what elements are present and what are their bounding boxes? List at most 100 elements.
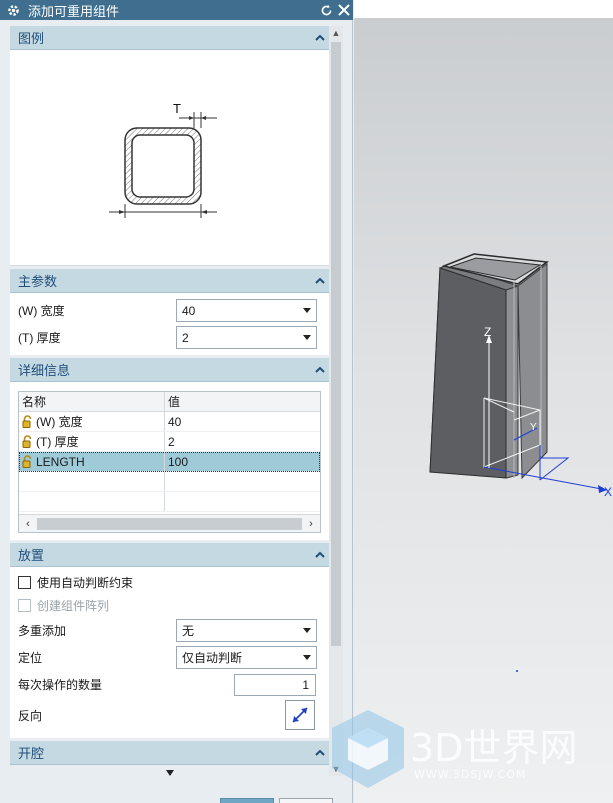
auto-constraint-row[interactable]: 使用自动判断约束 — [10, 571, 329, 594]
main-params-panel: (W) 宽度 40 (T) 厚度 2 — [10, 293, 329, 355]
square-tube-model[interactable]: Z Y X — [354, 0, 613, 803]
lock-icon — [22, 435, 33, 448]
multi-add-label: 多重添加 — [18, 624, 67, 638]
axis-y-label: Y — [530, 422, 537, 433]
thickness-row: (T) 厚度 2 — [10, 324, 329, 351]
chevron-up-icon[interactable] — [311, 277, 329, 284]
table-row-empty — [19, 492, 320, 512]
lock-icon — [22, 415, 33, 428]
position-row: 定位 仅自动判断 — [10, 644, 329, 671]
count-label: 每次操作的数量 — [18, 678, 103, 692]
row-value[interactable]: 100 — [165, 452, 320, 471]
width-value: 40 — [182, 303, 196, 318]
multi-add-row: 多重添加 无 — [10, 617, 329, 644]
details-table: 名称 值 (W) 宽度 40 (T) 厚度 2 LENGTH 100 ‹ › — [18, 391, 321, 533]
section-placement-header[interactable]: 放置 — [10, 543, 329, 567]
axis-x-label: X — [604, 485, 612, 499]
section-legend-header[interactable]: 图例 — [10, 26, 329, 50]
vertical-scrollbar[interactable]: ▲ ▼ — [329, 26, 343, 776]
horizontal-scrollbar[interactable]: ‹ › — [19, 514, 320, 532]
multi-add-value: 无 — [182, 624, 195, 638]
reverse-label: 反向 — [18, 708, 43, 723]
width-row: (W) 宽度 40 — [10, 297, 329, 324]
count-value: 1 — [302, 677, 309, 692]
chevron-up-icon[interactable] — [311, 749, 329, 756]
close-icon[interactable] — [335, 1, 353, 19]
auto-constraint-checkbox[interactable] — [18, 576, 31, 589]
position-label: 定位 — [18, 651, 43, 665]
create-array-checkbox — [18, 599, 31, 612]
add-reusable-component-dialog: 添加可重用组件 图例 T 主参数 (W) 宽度 40 (T) 厚度 2 详细信息… — [0, 0, 353, 803]
position-value: 仅自动判断 — [182, 651, 243, 665]
scrollbar-thumb[interactable] — [331, 42, 341, 646]
position-select[interactable]: 仅自动判断 — [176, 646, 317, 669]
thickness-label: (T) 厚度 — [18, 331, 61, 345]
dialog-title: 添加可重用组件 — [28, 3, 120, 19]
section-cavity-header[interactable]: 开腔 — [10, 741, 329, 765]
watermark-name: 3D世界网 — [410, 726, 577, 770]
axis-z-label: Z — [484, 325, 491, 339]
row-name: (W) 宽度 — [36, 415, 83, 429]
multi-add-select[interactable]: 无 — [176, 619, 317, 642]
width-select[interactable]: 40 — [176, 299, 317, 322]
row-name: (T) 厚度 — [36, 435, 79, 449]
auto-constraint-label: 使用自动判断约束 — [37, 576, 134, 590]
reset-icon[interactable] — [317, 1, 335, 19]
table-row[interactable]: (W) 宽度 40 — [19, 412, 320, 432]
label-t: T — [173, 101, 181, 116]
details-panel: 名称 值 (W) 宽度 40 (T) 厚度 2 LENGTH 100 ‹ › — [10, 382, 329, 540]
row-value[interactable]: 40 — [165, 412, 320, 431]
create-array-label: 创建组件阵列 — [37, 599, 110, 613]
thickness-value: 2 — [182, 330, 189, 345]
scrollbar-thumb[interactable] — [37, 517, 302, 530]
chevron-down-icon — [303, 308, 311, 313]
square-tube-diagram-icon: T W — [108, 101, 217, 218]
section-placement-title: 放置 — [18, 548, 45, 563]
chevron-right-icon[interactable]: › — [302, 518, 320, 530]
triangle-down-icon — [165, 770, 174, 776]
chevron-up-icon[interactable] — [311, 34, 329, 41]
create-array-row: 创建组件阵列 — [10, 594, 329, 617]
width-label: (W) 宽度 — [18, 304, 65, 318]
chevron-left-icon[interactable]: ‹ — [19, 518, 37, 530]
count-input[interactable]: 1 — [234, 673, 316, 696]
row-name: LENGTH — [36, 454, 85, 469]
reverse-arrow-icon — [292, 707, 308, 723]
chevron-down-icon — [303, 655, 311, 660]
chevron-down-icon — [303, 335, 311, 340]
cancel-button[interactable] — [279, 798, 333, 803]
column-header-value[interactable]: 值 — [165, 392, 320, 411]
label-w: W — [158, 215, 171, 218]
section-details-title: 详细信息 — [18, 363, 71, 378]
dialog-body: 图例 T W — [10, 26, 329, 776]
lock-icon — [22, 455, 33, 468]
legend-preview: T W — [10, 50, 329, 266]
chevron-up-icon[interactable]: ▲ — [329, 26, 343, 40]
table-row-empty — [19, 472, 320, 492]
reverse-direction-button[interactable] — [285, 700, 315, 730]
table-header: 名称 值 — [19, 392, 320, 412]
gear-icon — [6, 3, 20, 17]
table-row[interactable]: (T) 厚度 2 — [19, 432, 320, 452]
watermark-url: WWW.3DSJW.COM — [414, 768, 527, 781]
section-legend-title: 图例 — [18, 31, 45, 46]
chevron-up-icon[interactable] — [311, 551, 329, 558]
count-row: 每次操作的数量 1 — [10, 671, 329, 698]
table-row-selected[interactable]: LENGTH 100 — [19, 452, 320, 472]
dialog-titlebar: 添加可重用组件 — [0, 0, 353, 20]
section-cavity-title: 开腔 — [18, 746, 45, 761]
column-header-name[interactable]: 名称 — [19, 392, 165, 411]
section-main-params-header[interactable]: 主参数 — [10, 269, 329, 293]
chevron-up-icon[interactable] — [311, 366, 329, 373]
section-main-params-title: 主参数 — [18, 274, 58, 289]
placement-panel: 使用自动判断约束 创建组件阵列 多重添加 无 定位 仅自动判断 每次操作的数量 … — [10, 567, 329, 738]
watermark-logo: 3D世界网 WWW.3DSJW.COM — [330, 706, 613, 796]
section-details-header[interactable]: 详细信息 — [10, 358, 329, 382]
dialog-buttons — [220, 798, 333, 803]
row-value[interactable]: 2 — [165, 432, 320, 451]
reverse-row: 反向 — [10, 698, 329, 732]
ok-button[interactable] — [220, 798, 274, 803]
graphics-viewport[interactable]: Z Y X — [354, 0, 613, 803]
more-options-toggle[interactable] — [10, 765, 329, 776]
thickness-select[interactable]: 2 — [176, 326, 317, 349]
